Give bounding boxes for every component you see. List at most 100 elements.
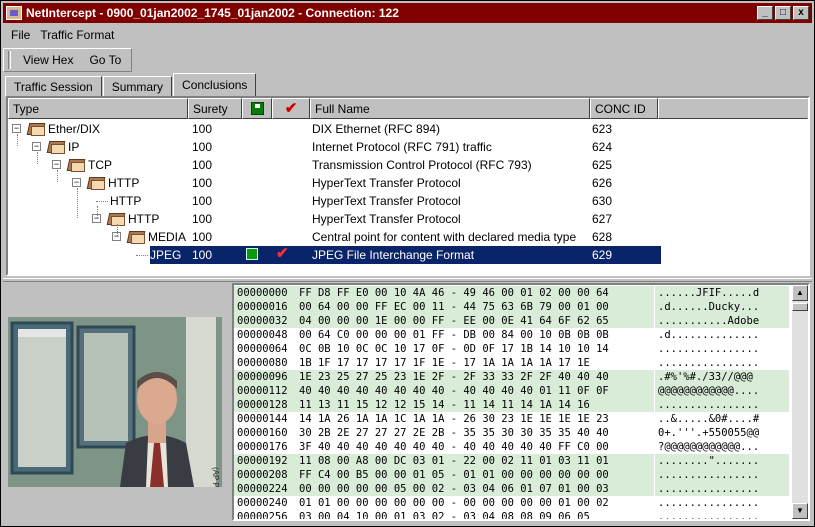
cell-type: MEDIA (148, 230, 187, 244)
hex-offset: 00000048 (237, 329, 288, 341)
tree-row[interactable]: JPEG 100 JPEG File Interchange Format 629 ✔ (8, 246, 808, 264)
hex-ascii-text: ................ (658, 399, 760, 411)
column-conc-id[interactable]: CONC ID (590, 98, 658, 119)
hex-row[interactable]: 00000016 00 64 00 00 FF EC 00 11 - 44 75 … (234, 300, 789, 314)
cell-conc-id: 629 (592, 248, 613, 262)
image-preview-panel: (AP PHOTO) (6, 284, 228, 520)
toolbar-grip[interactable] (8, 51, 11, 69)
column-surety[interactable]: Surety (188, 98, 242, 119)
cell-conc-id: 630 (592, 194, 613, 208)
hex-view[interactable]: 00000000 FF D8 FF E0 00 10 4A 46 - 49 46 … (232, 283, 810, 521)
hex-row[interactable]: 00000080 1B 1F 17 17 17 17 1F 1E - 17 1A … (234, 356, 789, 370)
column-type[interactable]: Type (8, 98, 188, 119)
tree-row[interactable]: − IP 100 Internet Protocol (RFC 791) traffi… (8, 138, 808, 156)
tree-row[interactable]: − Ether/DIX 100 DIX Ethernet (RFC 894) 623 (8, 120, 808, 138)
hex-row[interactable]: 00000112 40 40 40 40 40 40 40 40 - 40 40 … (234, 384, 789, 398)
hex-ascii-text: ................ (658, 343, 760, 355)
close-button[interactable]: x (793, 6, 809, 20)
hex-hex-bytes: 01 01 00 00 00 00 00 00 - 00 00 00 00 00… (299, 497, 609, 509)
tree-row[interactable]: − HTTP 100 HyperText Transfer Protocol 626 (8, 174, 808, 192)
menu-file[interactable]: File (11, 28, 30, 42)
minimize-button[interactable]: _ (757, 6, 773, 20)
hex-row[interactable]: 00000240 01 01 00 00 00 00 00 00 - 00 00 … (234, 496, 789, 510)
hex-ascii-text: .d......Ducky... (658, 301, 760, 313)
hex-hex-bytes: FF C4 00 B5 00 00 01 05 - 01 01 00 00 00… (299, 469, 609, 481)
hex-hex-bytes: 00 64 00 00 FF EC 00 11 - 44 75 63 6B 79… (299, 301, 609, 313)
cell-surety: 100 (192, 248, 213, 262)
tree-connector (57, 170, 58, 182)
tree-connector (117, 224, 118, 236)
tab-conclusions[interactable]: Conclusions (173, 73, 257, 97)
cell-surety: 100 (192, 230, 213, 244)
cell-conc-id: 624 (592, 140, 613, 154)
column-verified[interactable]: ✔ (272, 98, 310, 119)
hex-offset: 00000144 (237, 413, 288, 425)
app-icon[interactable] (6, 6, 22, 20)
hex-row[interactable]: 00000096 1E 23 25 27 25 23 1E 2F - 2F 33 … (234, 370, 789, 384)
hex-row[interactable]: 00000144 14 1A 26 1A 1A 1C 1A 1A - 26 30 … (234, 412, 789, 426)
hex-hex-bytes: 00 64 C0 00 00 00 01 FF - DB 00 84 00 10… (299, 329, 609, 341)
hex-hex-bytes: 04 00 00 00 1E 00 00 FF - EE 00 0E 41 64… (299, 315, 609, 327)
menu-bar: File Traffic Format (3, 25, 812, 45)
hex-row[interactable]: 00000000 FF D8 FF E0 00 10 4A 46 - 49 46 … (234, 286, 789, 300)
tree-collapse-toggle[interactable]: − (52, 160, 61, 169)
tree-header: Type Surety ✔ Full Name CONC ID (8, 98, 808, 119)
column-saved[interactable] (242, 98, 272, 119)
hex-row[interactable]: 00000128 11 13 11 15 12 12 15 14 - 11 14 … (234, 398, 789, 412)
hex-row[interactable]: 00000192 11 08 00 A8 00 DC 03 01 - 22 00 … (234, 454, 789, 468)
hex-ascii-text: ........"....... (658, 455, 760, 467)
cell-type: HTTP (108, 176, 140, 190)
pane-splitter[interactable] (3, 278, 812, 282)
app-window: NetIntercept - 0900_01jan2002_1745_01jan… (0, 0, 815, 527)
hex-offset: 00000016 (237, 301, 288, 313)
cell-full-name: DIX Ethernet (RFC 894) (312, 122, 441, 136)
scroll-down-button[interactable]: ▼ (792, 503, 808, 519)
hex-row[interactable]: 00000160 30 2B 2E 27 27 27 2E 2B - 35 35 … (234, 426, 789, 440)
hex-row[interactable]: 00000256 03 00 04 10 00 01 03 02 - 03 04 … (234, 510, 789, 521)
scroll-thumb[interactable] (792, 303, 808, 311)
go-to-button[interactable]: Go To (83, 51, 127, 69)
hex-ascii-text: .d.............. (658, 329, 760, 341)
hex-row[interactable]: 00000032 04 00 00 00 1E 00 00 FF - EE 00 … (234, 314, 789, 328)
hex-offset: 00000256 (237, 511, 288, 521)
hex-row[interactable]: 00000176 3F 40 40 40 40 40 40 40 - 40 40 … (234, 440, 789, 454)
hex-row[interactable]: 00000048 00 64 C0 00 00 00 01 FF - DB 00 … (234, 328, 789, 342)
hex-offset: 00000208 (237, 469, 288, 481)
hex-ascii-text: .#%'%#./33//@@@ (658, 371, 753, 383)
view-hex-button[interactable]: View Hex (17, 51, 79, 69)
tab-summary[interactable]: Summary (102, 76, 173, 97)
hex-ascii-text: ................ (658, 357, 760, 369)
tree-row[interactable]: − HTTP 100 HyperText Transfer Protocol 627 (8, 210, 808, 228)
scroll-up-button[interactable]: ▲ (792, 285, 808, 301)
tree-connector (17, 134, 18, 146)
tree-collapse-toggle[interactable]: − (32, 142, 41, 151)
hex-scrollbar[interactable]: ▲ ▼ (792, 285, 808, 519)
hex-offset: 00000064 (237, 343, 288, 355)
column-full-name[interactable]: Full Name (310, 98, 590, 119)
hex-offset: 00000000 (237, 287, 288, 299)
cell-conc-id: 626 (592, 176, 613, 190)
menu-traffic-format[interactable]: Traffic Format (40, 28, 114, 42)
decoded-jpeg-image: (AP PHOTO) (8, 317, 222, 487)
maximize-button[interactable]: □ (775, 6, 791, 20)
cell-type: Ether/DIX (48, 122, 101, 136)
checkmark-icon: ✔ (284, 100, 298, 117)
hex-row[interactable]: 00000208 FF C4 00 B5 00 00 01 05 - 01 01 … (234, 468, 789, 482)
tab-traffic-session[interactable]: Traffic Session (5, 76, 102, 97)
hex-offset: 00000160 (237, 427, 288, 439)
folder-icon (26, 121, 46, 136)
title-bar[interactable]: NetIntercept - 0900_01jan2002_1745_01jan… (3, 3, 812, 23)
hex-hex-bytes: 11 13 11 15 12 12 15 14 - 11 14 11 14 1A… (299, 399, 590, 411)
hex-hex-bytes: FF D8 FF E0 00 10 4A 46 - 49 46 00 01 02… (299, 287, 609, 299)
cell-full-name: HyperText Transfer Protocol (312, 194, 461, 208)
tree-row[interactable]: − TCP 100 Transmission Control Protocol (RF… (8, 156, 808, 174)
tree-collapse-toggle[interactable]: − (12, 124, 21, 133)
hex-hex-bytes: 3F 40 40 40 40 40 40 40 - 40 40 40 40 40… (299, 441, 609, 453)
tree-row[interactable]: HTTP 100 HyperText Transfer Protocol 630 (8, 192, 808, 210)
hex-row[interactable]: 00000224 00 00 00 00 00 05 00 02 - 03 04 … (234, 482, 789, 496)
tree-collapse-toggle[interactable]: − (72, 178, 81, 187)
tree-row[interactable]: − MEDIA 100 Central point for content with … (8, 228, 808, 246)
hex-ascii-text: ................ (658, 483, 760, 495)
hex-row[interactable]: 00000064 0C 0B 10 0C 0C 10 17 0F - 0D 0F … (234, 342, 789, 356)
folder-icon (46, 139, 66, 154)
